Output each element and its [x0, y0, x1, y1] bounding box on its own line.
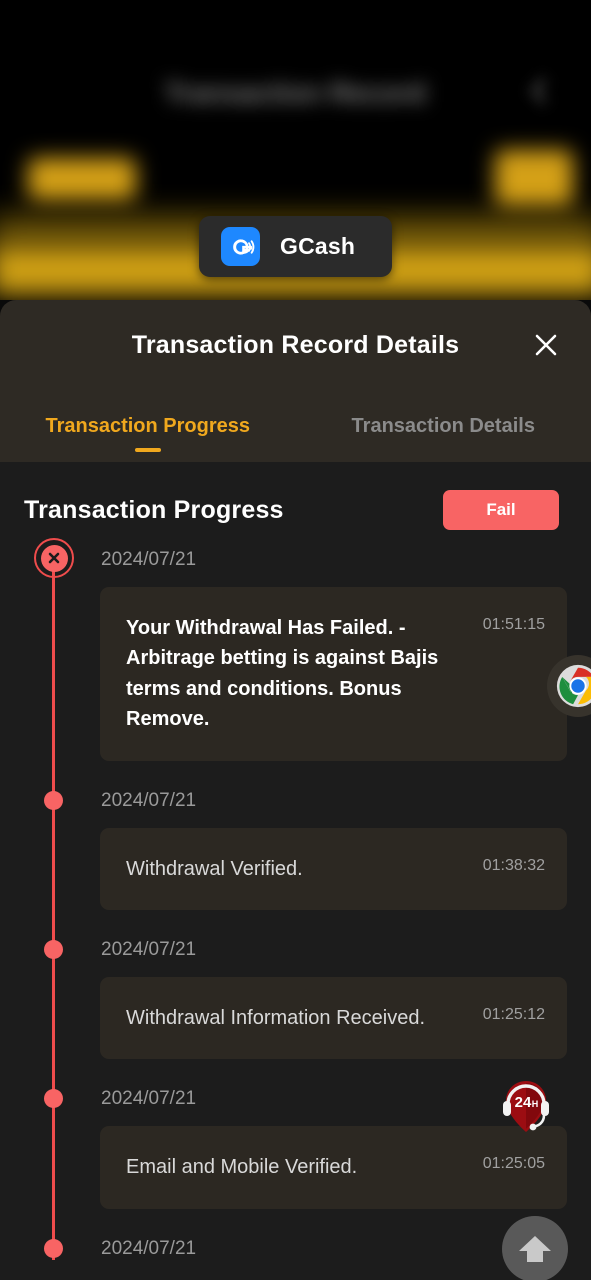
timeline-card: Withdrawal Verified. 01:38:32 — [100, 827, 567, 910]
timeline-card: Withdrawal Information Received. 01:25:1… — [100, 976, 567, 1060]
timeline-time: 01:51:15 — [482, 616, 545, 633]
gcash-logo-icon — [221, 227, 260, 266]
status-badge: Fail — [443, 490, 559, 530]
background-page-title: Transaction Record — [164, 78, 427, 108]
timeline-dot — [44, 790, 63, 810]
timeline-dot — [44, 1238, 63, 1258]
tab-transaction-progress-label: Transaction Progress — [45, 414, 251, 437]
tab-transaction-progress[interactable]: Transaction Progress — [0, 390, 296, 462]
timeline-date: 2024/07/21 — [101, 938, 197, 960]
timeline-time: 01:25:05 — [482, 1155, 545, 1173]
timeline-time: 01:25:12 — [482, 1005, 545, 1023]
tab-active-underline — [134, 448, 161, 452]
timeline-message: Withdrawal Verified. — [126, 857, 303, 880]
modal-title: Transaction Record Details — [131, 330, 460, 359]
support-hours-unit: H — [532, 1099, 539, 1109]
timeline-time: 01:38:32 — [482, 856, 545, 874]
payment-method-name: GCash — [280, 233, 356, 259]
background-chip-right — [495, 150, 573, 206]
close-icon[interactable] — [529, 328, 563, 362]
app-screen: Transaction Record GCash Transaction Rec… — [0, 0, 591, 1280]
timeline-item: 2024/07/21 Withdrawal Verified. 01:38:32 — [0, 789, 591, 910]
modal-header: Transaction Record Details — [0, 300, 591, 390]
support-hours-label: 24 — [515, 1094, 532, 1111]
tab-transaction-details-label: Transaction Details — [351, 414, 535, 437]
payment-method-chip[interactable]: GCash — [199, 216, 392, 277]
progress-header: Transaction Progress Fail — [0, 462, 591, 530]
background-chip-left — [28, 158, 136, 200]
headset-support-icon[interactable]: 24 H — [493, 1073, 559, 1139]
error-x-icon — [34, 538, 74, 578]
timeline-dot — [44, 939, 63, 959]
timeline-card: Your Withdrawal Has Failed. - Arbitrage … — [100, 587, 567, 761]
timeline-item: 2024/07/21 Withdrawal Information Receiv… — [0, 938, 591, 1060]
tab-transaction-details[interactable]: Transaction Details — [296, 390, 591, 462]
timeline-date: 2024/07/21 — [101, 789, 197, 811]
timeline-message: Withdrawal Information Received. — [126, 1006, 426, 1029]
arrow-up-icon[interactable] — [502, 1216, 568, 1280]
transaction-timeline: 2024/07/21 Your Withdrawal Has Failed. -… — [0, 538, 591, 1260]
timeline-message: Your Withdrawal Has Failed. - Arbitrage … — [126, 617, 439, 731]
timeline-date: 2024/07/21 — [101, 549, 197, 570]
modal-tabs: Transaction Progress Transaction Details — [0, 390, 591, 462]
timeline-item: 2024/07/21 Your Withdrawal Has Failed. -… — [0, 538, 591, 761]
timeline-message: Email and Mobile Verified. — [126, 1156, 358, 1179]
modal-body: Transaction Progress Fail 2024/07/21 You… — [0, 462, 591, 1280]
page-title: Transaction Progress — [24, 495, 284, 524]
